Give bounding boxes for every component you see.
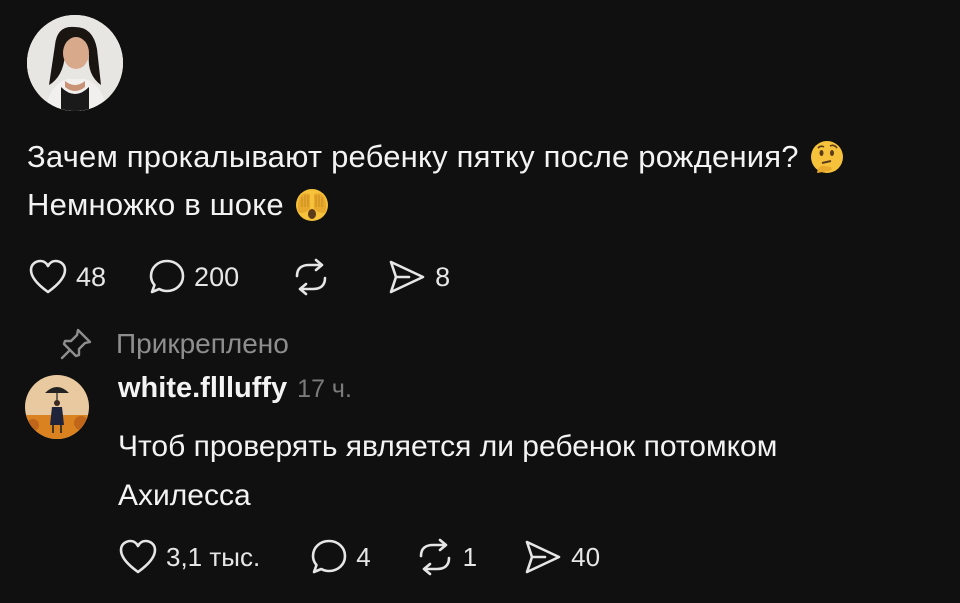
pin-icon <box>60 328 92 360</box>
reply-author-avatar[interactable] <box>25 375 89 439</box>
share-icon <box>525 540 561 574</box>
post-share-count: 8 <box>435 261 451 292</box>
reply-header: white.fllluffy 17 ч. <box>118 372 352 405</box>
post-like-count: 48 <box>76 261 107 292</box>
reply-actions: 3,1 тыс. 4 1 40 <box>118 538 600 576</box>
reply-avatar-image <box>25 375 89 439</box>
share-icon <box>389 260 425 294</box>
heart-icon <box>119 539 157 574</box>
reply-repost-button[interactable]: 1 <box>415 538 477 576</box>
repost-icon <box>295 258 327 296</box>
pinned-indicator: Прикреплено <box>58 326 289 362</box>
author-avatar-image <box>27 15 123 111</box>
post-like-button[interactable]: 48 <box>28 258 106 296</box>
reply-repost-count: 1 <box>462 541 478 572</box>
author-avatar[interactable] <box>27 15 123 111</box>
reply-like-count: 3,1 тыс. <box>166 541 261 572</box>
post-text-line2: Немножко в шоке <box>27 187 284 222</box>
reply-comment-button[interactable]: 4 <box>310 538 371 576</box>
reply-comment-count: 4 <box>356 541 371 572</box>
post-text-line1: Зачем прокалывают ребенку пятку после ро… <box>27 139 799 174</box>
pinned-label: Прикреплено <box>116 328 289 359</box>
post-repost-button[interactable] <box>291 258 339 296</box>
heart-icon <box>29 259 67 294</box>
thinking-face-icon <box>810 141 843 173</box>
reply-username[interactable]: white.fllluffy <box>118 372 287 405</box>
reply-time: 17 ч. <box>297 375 352 403</box>
post-share-button[interactable]: 8 <box>387 258 450 296</box>
post-comment-count: 200 <box>194 261 240 292</box>
face-with-hands-over-eyes-icon <box>295 189 328 221</box>
post-comment-button[interactable]: 200 <box>148 258 239 296</box>
repost-icon <box>419 538 450 576</box>
post-text: Зачем прокалывают ребенку пятку после ро… <box>27 133 947 229</box>
post-actions: 48 200 8 <box>28 258 450 296</box>
comment-icon <box>311 539 347 574</box>
comment-icon <box>149 259 185 294</box>
reply-share-count: 40 <box>571 541 601 572</box>
reply-text: Чтоб проверять является ли ребенок потом… <box>118 422 938 520</box>
reply-text-line2: Ахилесса <box>118 479 251 512</box>
reply-like-button[interactable]: 3,1 тыс. <box>118 538 260 576</box>
reply-text-line1: Чтоб проверять является ли ребенок потом… <box>118 430 778 463</box>
reply-share-button[interactable]: 40 <box>523 538 600 576</box>
